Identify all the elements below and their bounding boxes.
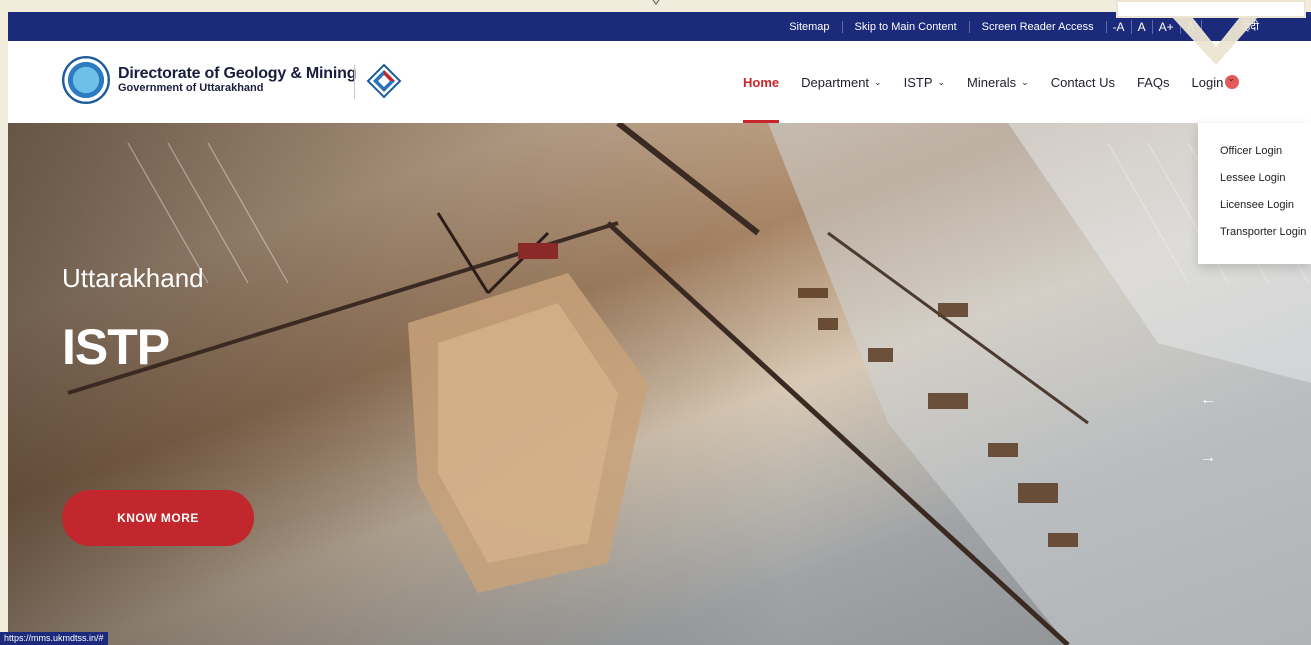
lessee-login-link[interactable]: Lessee Login [1220,172,1311,199]
nav-home[interactable]: Home [743,41,780,123]
hero-title: ISTP [62,319,170,375]
arrow-left-icon[interactable]: ← [1200,391,1216,409]
site-logo-text[interactable]: Directorate of Geology & Mining Governme… [118,65,356,94]
hero-slider: Uttarakhand ISTP KNOW MORE ← → [8,123,1311,645]
nav-home-label: Home [743,74,780,90]
nav-minerals[interactable]: Minerals ⌄ [967,41,1029,123]
org-name: Directorate of Geology & Mining [118,65,357,82]
site-header: Directorate of Geology & Mining Governme… [8,41,1311,123]
login-dropdown: Officer Login Lessee Login Licensee Logi… [1198,123,1311,264]
top-marker-icon [652,0,660,5]
hero-background-image [67,123,1311,645]
know-more-button[interactable]: KNOW MORE [62,490,254,546]
screen-reader-link[interactable]: Screen Reader Access [970,20,1107,33]
nav-istp[interactable]: ISTP ⌄ [904,41,945,123]
chevron-down-icon: ⌄ [937,76,946,87]
nav-faqs-label: FAQs [1137,74,1170,90]
diamond-logo-icon [366,63,402,99]
logo-divider [354,65,355,99]
chevron-down-icon: ⌄ [1227,73,1235,83]
nav-istp-label: ISTP [903,74,933,90]
nav-minerals-label: Minerals [967,74,1017,90]
chevron-down-icon: ⌄ [874,76,882,87]
annotation-arrow-icon [1172,17,1258,65]
nav-department[interactable]: Department ⌄ [801,41,881,123]
licensee-login-link[interactable]: Licensee Login [1220,199,1311,226]
browser-status-url: https://mms.ukmdtss.in/# [0,632,108,645]
org-subtitle: Government of Uttarakhand [118,82,264,94]
hero-kicker: Uttarakhand [62,263,204,293]
annotation-callout-box [1116,0,1306,18]
nav-login-label: Login [1191,74,1224,90]
nav-department-label: Department [801,74,870,90]
font-decrease-button[interactable]: -A [1107,19,1132,34]
cursor-dot-icon: ⌄ [1225,73,1240,89]
officer-login-link[interactable]: Officer Login [1220,145,1311,172]
arrow-right-icon[interactable]: → [1200,449,1216,467]
sitemap-link[interactable]: Sitemap [777,20,843,33]
skip-to-content-link[interactable]: Skip to Main Content [843,20,970,33]
seal-logo-icon[interactable] [62,56,110,104]
font-normal-button[interactable]: A [1132,19,1153,34]
chevron-down-icon: ⌄ [1021,76,1029,87]
nav-contact-label: Contact Us [1050,74,1116,90]
transporter-login-link[interactable]: Transporter Login [1220,226,1311,253]
nav-contact[interactable]: Contact Us [1051,41,1115,123]
nav-faqs[interactable]: FAQs [1137,41,1170,123]
